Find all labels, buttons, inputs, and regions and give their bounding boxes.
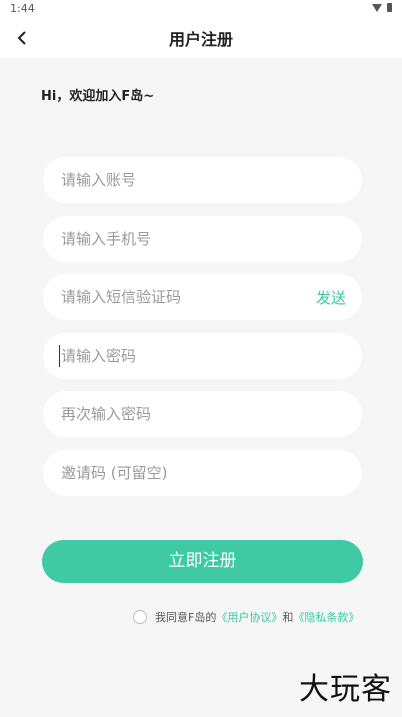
watermark: 大玩客 bbox=[299, 672, 392, 707]
page-title: 用户注册 bbox=[168, 30, 233, 49]
password-input[interactable] bbox=[43, 333, 362, 379]
phone-field[interactable] bbox=[43, 216, 362, 262]
agreement-prefix: 我同意F岛的 bbox=[155, 611, 217, 624]
register-button[interactable]: 立即注册 bbox=[42, 540, 363, 583]
sms-code-input[interactable] bbox=[43, 274, 362, 320]
send-code-button[interactable]: 发送 bbox=[316, 287, 346, 308]
app-header: 用户注册 bbox=[0, 18, 402, 58]
invite-code-field[interactable] bbox=[43, 450, 362, 496]
account-field[interactable] bbox=[43, 157, 362, 203]
status-bar: 1:44 bbox=[0, 0, 402, 18]
privacy-policy-link[interactable]: 《隐私条款》 bbox=[293, 609, 359, 625]
user-agreement-link[interactable]: 《用户协议》 bbox=[216, 609, 282, 625]
status-time: 1:44 bbox=[10, 2, 35, 15]
agreement-row: 我同意F岛的 《用户协议》 和 《隐私条款》 bbox=[133, 609, 359, 625]
agreement-and: 和 bbox=[282, 611, 294, 624]
password-field[interactable] bbox=[43, 333, 362, 379]
phone-input[interactable] bbox=[43, 216, 362, 262]
welcome-text: Hi，欢迎加入F岛~ bbox=[41, 89, 155, 104]
invite-code-input[interactable] bbox=[43, 450, 362, 496]
agree-checkbox[interactable] bbox=[133, 610, 147, 624]
battery-icon bbox=[387, 3, 392, 12]
account-input[interactable] bbox=[43, 157, 362, 203]
sms-code-field[interactable]: 发送 bbox=[43, 274, 362, 320]
wifi-icon bbox=[372, 3, 382, 12]
text-caret bbox=[59, 345, 60, 367]
password-confirm-input[interactable] bbox=[43, 391, 362, 437]
status-icons bbox=[372, 3, 392, 12]
password-confirm-field[interactable] bbox=[43, 391, 362, 437]
